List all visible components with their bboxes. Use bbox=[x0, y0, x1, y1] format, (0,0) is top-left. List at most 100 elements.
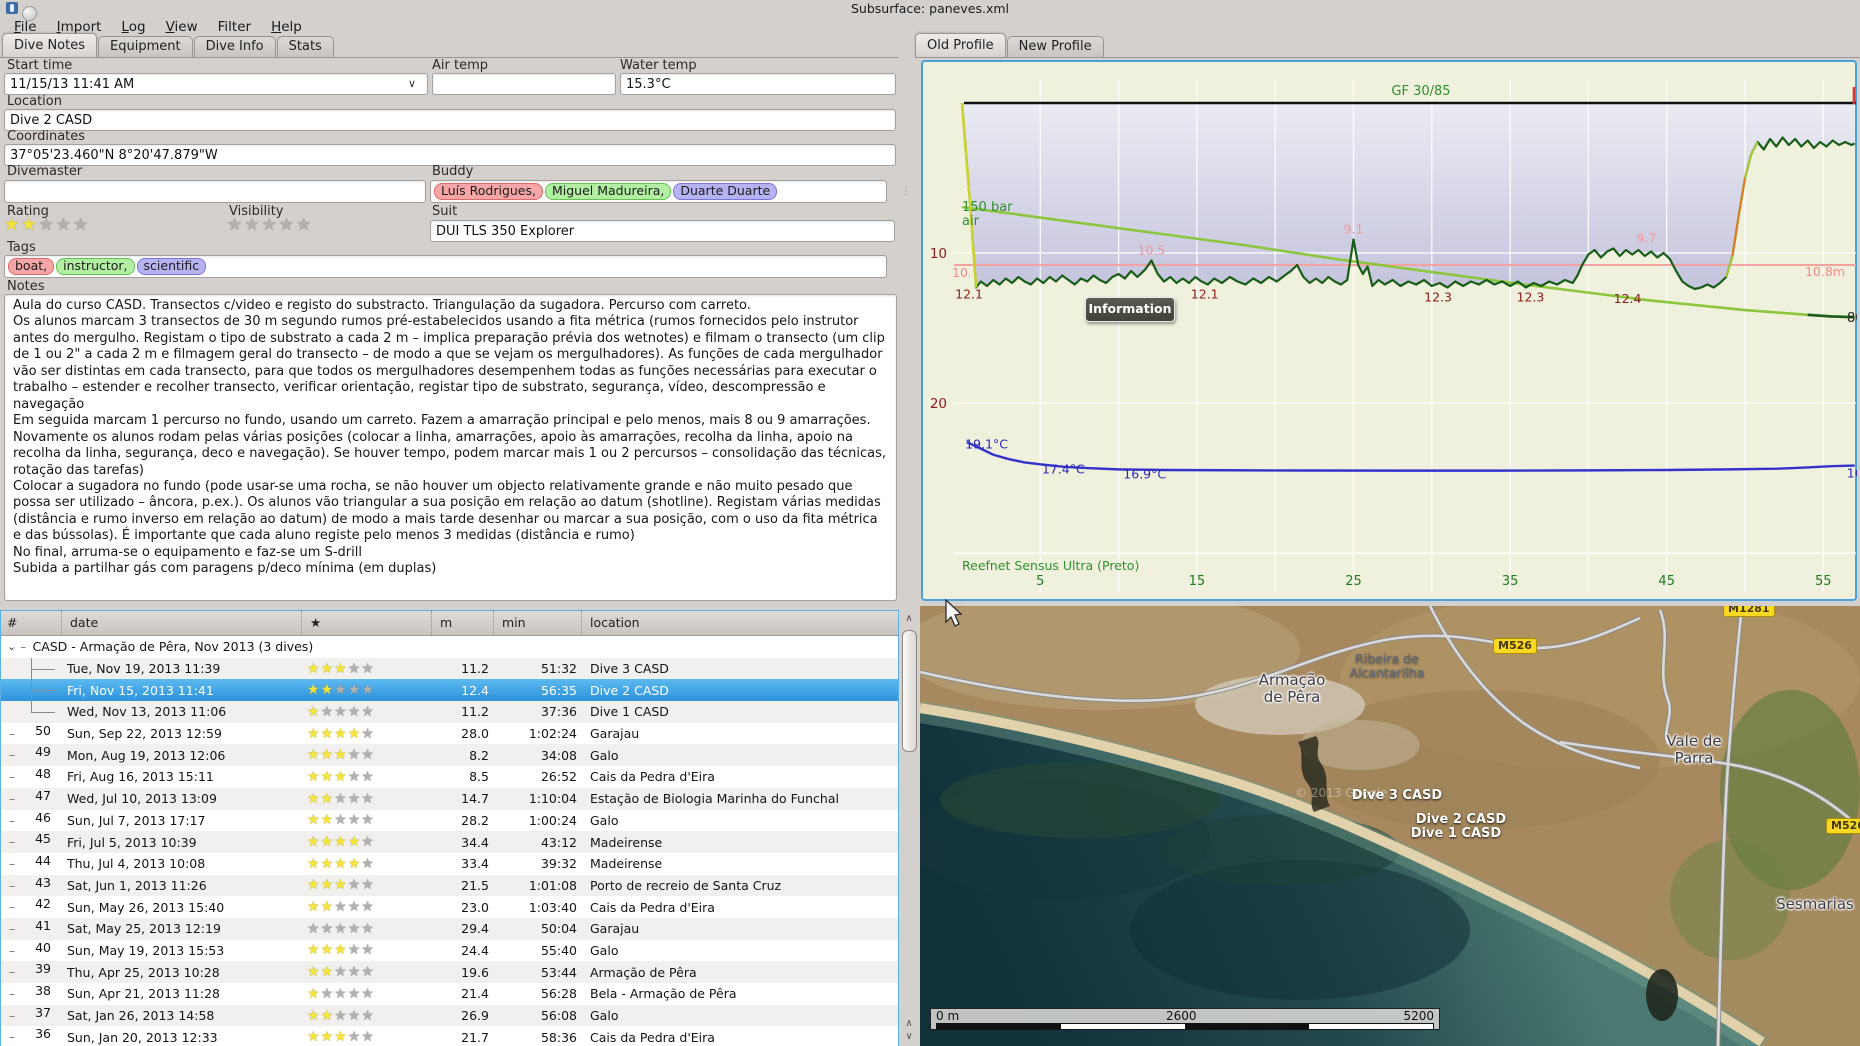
collapse-icon[interactable]: ⌄ bbox=[7, 640, 16, 653]
buddy-chip[interactable]: Luís Rodrigues, bbox=[434, 183, 543, 200]
dive-row[interactable]: –50 Sun, Sep 22, 2013 12:59 ★★★★★ 28.0 1:02:… bbox=[1, 722, 898, 745]
buddy-chip[interactable]: Miguel Madureira, bbox=[544, 183, 672, 200]
scroll-up2-icon[interactable]: ∧ bbox=[902, 1018, 916, 1029]
start-time-combo[interactable] bbox=[4, 73, 428, 95]
dive-site-label: Dive 1 CASD bbox=[1410, 826, 1502, 841]
menu-log[interactable]: Log bbox=[111, 17, 155, 37]
svg-text:25: 25 bbox=[1345, 574, 1362, 589]
svg-text:80: 80 bbox=[1847, 311, 1857, 326]
menu-help[interactable]: Help bbox=[261, 17, 312, 37]
svg-text:12.1: 12.1 bbox=[955, 287, 983, 302]
suit-label: Suit bbox=[432, 204, 458, 219]
location-field[interactable] bbox=[4, 109, 896, 131]
star-icon: ★ bbox=[296, 215, 314, 235]
star-icon: ★ bbox=[261, 215, 279, 235]
tag-chip[interactable]: boat, bbox=[8, 258, 55, 275]
svg-text:16: 16 bbox=[1847, 466, 1857, 481]
dive-list-table: # date ★ m min location ⌄ – CASD - Armação de P… bbox=[0, 610, 899, 1046]
title-bar: Subsurface: paneves.xml bbox=[0, 0, 1860, 21]
dive-row[interactable]: –46 Sun, Jul 7, 2013 17:17 ★★★★★ 28.2 1:00:2… bbox=[1, 809, 898, 832]
column-header-num[interactable]: # bbox=[1, 611, 61, 635]
tags-field[interactable]: boat, instructor, scientific bbox=[4, 255, 887, 278]
scrollbar-thumb[interactable] bbox=[902, 630, 917, 752]
dive-list-scrollbar[interactable]: ∧ ∧ ∨ bbox=[899, 610, 919, 1046]
dive-row[interactable]: –45 Fri, Jul 5, 2013 10:39 ★★★★★ 34.4 43:12 M… bbox=[1, 831, 898, 853]
column-header-date[interactable]: date bbox=[61, 611, 301, 635]
dive-row[interactable]: –39 Thu, Apr 25, 2013 10:28 ★★★★★ 19.6 53:44… bbox=[1, 961, 898, 983]
dive-row[interactable]: –49 Mon, Aug 19, 2013 12:06 ★★★★★ 8.2 34:08 G… bbox=[1, 744, 898, 767]
divemaster-field[interactable] bbox=[4, 180, 426, 203]
svg-text:Reefnet Sensus Ultra (Preto): Reefnet Sensus Ultra (Preto) bbox=[962, 558, 1139, 573]
dive-row[interactable]: –41 Sat, May 25, 2013 12:19 ★★★★★ 29.4 50:04… bbox=[1, 917, 898, 940]
star-icon: ★ bbox=[73, 215, 91, 235]
dive-row[interactable]: –47 Wed, Jul 10, 2013 13:09 ★★★★★ 14.7 1:10:… bbox=[1, 787, 898, 810]
suit-field[interactable] bbox=[430, 220, 895, 242]
water-temp-field[interactable] bbox=[620, 73, 896, 95]
dive-row[interactable]: –36 Sun, Jan 20, 2013 12:33 ★★★★★ 21.7 58:36… bbox=[1, 1026, 898, 1046]
tab-old-profile[interactable]: Old Profile bbox=[915, 33, 1006, 57]
road-badge: M526 bbox=[1826, 818, 1860, 834]
dive-row[interactable]: –44 Thu, Jul 4, 2013 10:08 ★★★★★ 33.4 39:32 M… bbox=[1, 852, 898, 875]
star-icon: ★ bbox=[21, 215, 39, 235]
mouse-cursor bbox=[945, 598, 963, 627]
scale-segments bbox=[936, 1023, 1434, 1030]
window-title: Subsurface: paneves.xml bbox=[850, 1, 1009, 16]
dive-list-header[interactable]: # date ★ m min location bbox=[1, 611, 898, 636]
menu-view[interactable]: View bbox=[156, 17, 208, 37]
scale-right: 5200 bbox=[1403, 1009, 1434, 1023]
tag-chip[interactable]: scientific bbox=[136, 258, 207, 275]
star-icon: ★ bbox=[278, 215, 296, 235]
scale-left: 0 m bbox=[936, 1009, 960, 1023]
air-temp-field[interactable] bbox=[432, 73, 616, 95]
visibility-stars[interactable]: ★★★★★ bbox=[227, 217, 313, 234]
dive-site-map[interactable]: Armação de Pêra Ribeira de Alcantarilha Va… bbox=[920, 606, 1860, 1046]
dive-trip-group-row[interactable]: ⌄ – CASD - Armação de Pêra, Nov 2013 (3 di… bbox=[1, 636, 898, 658]
column-header-location[interactable]: location bbox=[581, 611, 898, 635]
column-header-m[interactable]: m bbox=[431, 611, 493, 635]
scroll-up-icon[interactable]: ∧ bbox=[902, 613, 916, 624]
trip-label: CASD - Armação de Pêra, Nov 2013 (3 dive… bbox=[32, 639, 314, 655]
svg-text:12.1: 12.1 bbox=[1191, 287, 1219, 302]
tag-chip[interactable]: instructor, bbox=[56, 258, 135, 275]
star-icon: ★ bbox=[4, 215, 22, 235]
tab-dive-notes[interactable]: Dive Notes bbox=[2, 33, 97, 57]
svg-text:12.3: 12.3 bbox=[1424, 290, 1452, 305]
information-button[interactable]: Information bbox=[1085, 297, 1175, 322]
dive-row[interactable]: –38 Sun, Apr 21, 2013 11:28 ★★★★★ 21.4 56:28… bbox=[1, 983, 898, 1005]
dive-row[interactable]: –37 Sat, Jan 26, 2013 14:58 ★★★★★ 26.9 56:08… bbox=[1, 1004, 898, 1027]
dive-row[interactable]: Fri, Nov 15, 2013 11:41 ★★★★★ 12.4 56:35 Div… bbox=[1, 679, 898, 702]
tab-equipment[interactable]: Equipment bbox=[98, 36, 193, 57]
road-badge: M526 bbox=[1493, 638, 1537, 654]
dive-row[interactable]: –42 Sun, May 26, 2013 15:40 ★★★★★ 23.0 1:03:… bbox=[1, 896, 898, 918]
dive-row[interactable]: –43 Sat, Jun 1, 2013 11:26 ★★★★★ 21.5 1:01:0… bbox=[1, 874, 898, 897]
map-copyright: © 2013 Google bbox=[1295, 786, 1388, 800]
dive-row[interactable]: –40 Sun, May 19, 2013 15:53 ★★★★★ 24.4 55:40… bbox=[1, 939, 898, 962]
svg-text:10.5: 10.5 bbox=[1138, 243, 1166, 258]
notes-textarea[interactable]: Aula do curso CASD. Transectos c/video e… bbox=[4, 294, 897, 601]
buddy-chip[interactable]: Duarte Duarte bbox=[673, 183, 778, 200]
start-time-label: Start time bbox=[7, 58, 73, 73]
column-header-min[interactable]: min bbox=[493, 611, 581, 635]
profile-tab-strip: Old Profile New Profile bbox=[915, 33, 1105, 57]
svg-text:GF 30/85: GF 30/85 bbox=[1391, 84, 1450, 99]
map-place-label: Ribeira de Alcantarilha bbox=[1349, 651, 1425, 680]
tab-dive-info[interactable]: Dive Info bbox=[193, 36, 276, 57]
svg-text:55: 55 bbox=[1815, 574, 1832, 589]
buddy-field[interactable]: Luís Rodrigues, Miguel Madureira, Duarte D… bbox=[430, 180, 887, 203]
tab-new-profile[interactable]: New Profile bbox=[1006, 36, 1104, 57]
coordinates-field[interactable] bbox=[4, 144, 896, 166]
air-temp-label: Air temp bbox=[432, 58, 488, 73]
scroll-down-icon[interactable]: ∨ bbox=[902, 1031, 916, 1042]
menu-filter[interactable]: Filter bbox=[208, 17, 261, 37]
dive-site-label: Dive 2 CASD bbox=[1415, 812, 1507, 827]
dive-row[interactable]: Tue, Nov 19, 2013 11:39 ★★★★★ 11.2 51:32 Div… bbox=[1, 657, 898, 680]
dive-row[interactable]: –48 Fri, Aug 16, 2013 15:11 ★★★★★ 8.5 26:52 C… bbox=[1, 766, 898, 788]
column-header-stars[interactable]: ★ bbox=[301, 611, 431, 635]
dive-profile-chart[interactable]: GF 30/85 150 barair 10 20 10.5 9.1 9.7 12.1 12.1… bbox=[921, 60, 1857, 601]
dive-row[interactable]: Wed, Nov 13, 2013 11:06 ★★★★★ 11.2 37:36 Div… bbox=[1, 701, 898, 723]
splitter-handle[interactable]: ⋮ bbox=[901, 187, 911, 197]
rating-stars[interactable]: ★★★★★ bbox=[4, 217, 90, 234]
chevron-down-icon[interactable]: ∨ bbox=[408, 77, 416, 90]
svg-text:12.3: 12.3 bbox=[1517, 290, 1545, 305]
tab-stats[interactable]: Stats bbox=[276, 36, 334, 57]
